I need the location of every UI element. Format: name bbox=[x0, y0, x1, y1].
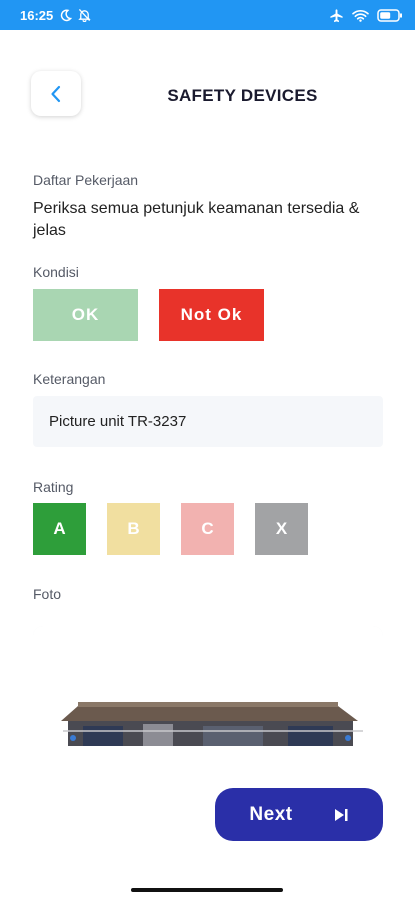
status-time: 16:25 bbox=[20, 7, 54, 23]
rating-label: Rating bbox=[33, 479, 74, 495]
next-button-label: Next bbox=[249, 803, 293, 825]
kondisi-label: Kondisi bbox=[33, 264, 79, 280]
bell-off-icon bbox=[78, 8, 91, 22]
page-title: SAFETY DEVICES bbox=[167, 86, 318, 105]
photo-preview[interactable] bbox=[33, 626, 383, 746]
status-right bbox=[329, 8, 403, 23]
keterangan-label: Keterangan bbox=[33, 371, 106, 387]
chevron-left-icon bbox=[51, 85, 61, 102]
status-left: 16:25 bbox=[20, 8, 91, 23]
kondisi-not-ok-button[interactable]: Not Ok bbox=[159, 289, 264, 341]
app-screen: 16:25 SAFETY DEVICES Daftar Pekerjaan Pe… bbox=[0, 0, 415, 900]
battery-icon bbox=[377, 8, 403, 22]
rating-x-button[interactable]: X bbox=[255, 503, 308, 555]
rating-a-button[interactable]: A bbox=[33, 503, 86, 555]
unit-photo-image bbox=[33, 626, 383, 746]
home-indicator[interactable] bbox=[131, 888, 283, 892]
next-button[interactable]: Next bbox=[215, 788, 383, 841]
kondisi-ok-button[interactable]: OK bbox=[33, 289, 138, 341]
status-bar: 16:25 bbox=[0, 0, 415, 30]
keterangan-input[interactable] bbox=[33, 396, 383, 447]
task-description: Periksa semua petunjuk keamanan tersedia… bbox=[33, 200, 360, 239]
foto-label: Foto bbox=[33, 586, 62, 602]
wifi-icon bbox=[352, 9, 369, 22]
back-button[interactable] bbox=[31, 71, 81, 116]
moon-icon bbox=[59, 9, 73, 22]
rating-c-button[interactable]: C bbox=[181, 503, 234, 555]
rating-b-button[interactable]: B bbox=[107, 503, 160, 555]
skip-next-icon bbox=[334, 808, 348, 821]
airplane-icon bbox=[329, 8, 344, 23]
task-label: Daftar Pekerjaan bbox=[33, 172, 139, 188]
